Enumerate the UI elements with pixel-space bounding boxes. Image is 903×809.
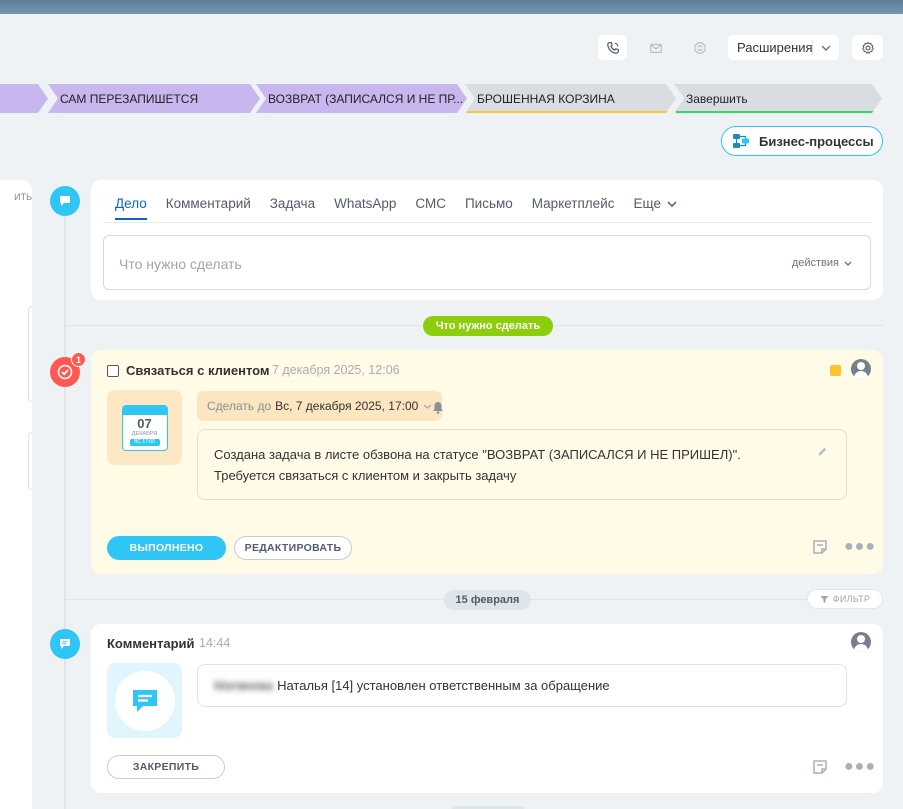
note-icon[interactable] <box>812 539 828 555</box>
calendar-icon: 07 ДЕКАБРЯ ВС 17:00 <box>121 404 168 451</box>
deadline-selector[interactable]: Сделать до Вс, 7 декабря 2025, 17:00 <box>197 391 443 421</box>
stage-label: БРОШЕННАЯ КОРЗИНА <box>477 91 615 106</box>
sync-button[interactable] <box>685 35 714 60</box>
left-field-box <box>28 306 32 402</box>
business-processes-label: Бизнес-процессы <box>759 133 874 149</box>
tab-email[interactable]: Письмо <box>465 196 513 211</box>
calendar-month: ДЕКАБРЯ <box>131 430 158 437</box>
tab-marketplace[interactable]: Маркетплейс <box>532 196 615 211</box>
stage-label: САМ ПЕРЕЗАПИШЕТСЯ <box>60 91 199 106</box>
divider <box>553 325 883 326</box>
pin-button[interactable]: ЗАКРЕПИТЬ <box>107 755 225 779</box>
comment-text: Матвеева Наталья [14] установлен ответст… <box>197 664 847 707</box>
comment-time: 14:44 <box>199 636 231 650</box>
activity-editor: Дело Комментарий Задача WhatsApp СМС Пис… <box>91 180 883 300</box>
task-description: Создана задача в листе обзвона на статус… <box>197 429 847 500</box>
pipeline-stages: САМ ПЕРЕЗАПИШЕТСЯ ВОЗВРАТ (ЗАПИСАЛСЯ И Н… <box>0 84 903 114</box>
task-complete-checkbox[interactable] <box>107 365 119 377</box>
business-process-icon <box>733 134 749 148</box>
phone-icon <box>606 41 619 54</box>
chevron-down-icon <box>813 45 839 51</box>
date-separator-pill: 15 февраля <box>444 590 531 610</box>
call-button[interactable] <box>598 35 627 60</box>
tab-sms[interactable]: СМС <box>415 196 446 211</box>
stage-label: ВОЗВРАТ (ЗАПИСАЛСЯ И НЕ ПР... <box>268 91 464 106</box>
todo-input[interactable]: Что нужно сделать действия <box>103 235 871 290</box>
comment-card: Комментарий 14:44 Матвеева Наталья [14] … <box>91 624 883 793</box>
extensions-dropdown[interactable]: Расширения <box>728 35 839 60</box>
stage-finish[interactable]: Завершить <box>674 84 882 113</box>
note-icon[interactable] <box>812 759 828 775</box>
done-button[interactable]: ВЫПОЛНЕНО <box>107 536 226 560</box>
todo-placeholder: Что нужно сделать <box>119 256 242 272</box>
more-icon[interactable]: ●●● <box>844 759 876 775</box>
deadline-value: Вс, 7 декабря 2025, 17:00 <box>275 399 419 413</box>
chevron-down-icon <box>844 261 852 266</box>
mail-icon <box>649 43 662 53</box>
description-line: Создана задача в листе обзвона на статус… <box>214 447 741 462</box>
window-top-strip <box>0 0 903 14</box>
comment-title: Комментарий <box>107 636 195 651</box>
activity-dot <box>50 186 80 216</box>
settings-button[interactable] <box>852 35 883 60</box>
responsible-avatar[interactable] <box>851 359 871 379</box>
comment-tile <box>107 663 182 738</box>
bell-icon[interactable] <box>432 401 444 414</box>
task-title[interactable]: Связаться с клиентом <box>126 363 270 378</box>
tab-comment[interactable]: Комментарий <box>166 196 251 211</box>
chat-icon <box>60 196 70 206</box>
author-avatar[interactable] <box>851 632 871 652</box>
refresh-chat-icon <box>693 41 706 54</box>
actions-dropdown[interactable]: действия <box>792 257 852 269</box>
chevron-down-icon <box>423 404 432 409</box>
comment-message: Наталья [14] установлен ответственным за… <box>277 678 610 693</box>
message-icon <box>132 689 157 712</box>
more-icon[interactable]: ●●● <box>844 539 876 555</box>
check-circle-icon <box>57 364 73 380</box>
task-created-time: 7 декабря 2025, 12:06 <box>272 363 400 377</box>
blurred-name: Матвеева <box>214 678 274 693</box>
chat-icon <box>60 639 70 649</box>
filter-button[interactable]: ФИЛЬТР <box>807 589 883 609</box>
stage-return[interactable]: ВОЗВРАТ (ЗАПИСАЛСЯ И НЕ ПР... <box>256 84 467 113</box>
filter-label: ФИЛЬТР <box>832 594 871 604</box>
task-calendar-tile: 07 ДЕКАБРЯ ВС 17:00 <box>107 390 182 465</box>
divider <box>531 599 807 600</box>
todo-section-pill: Что нужно сделать <box>423 316 553 336</box>
funnel-icon <box>820 595 829 603</box>
extensions-label: Расширения <box>737 40 813 55</box>
description-line: Требуется связаться с клиентом и закрыть… <box>214 468 517 483</box>
divider <box>66 599 444 600</box>
chevron-down-icon <box>667 200 677 207</box>
stage-label: Завершить <box>686 91 748 106</box>
stage-abandoned-cart[interactable]: БРОШЕННАЯ КОРЗИНА <box>465 84 676 113</box>
tab-deal[interactable]: Дело <box>115 196 147 220</box>
email-button[interactable] <box>641 35 670 60</box>
editor-tabs: Дело Комментарий Задача WhatsApp СМС Пис… <box>115 196 696 220</box>
tab-whatsapp[interactable]: WhatsApp <box>334 196 396 211</box>
left-info-column: ИТЬ <box>0 180 32 809</box>
left-column-edge-text: ИТЬ <box>14 192 32 202</box>
left-field-box <box>28 432 32 490</box>
task-color-marker[interactable] <box>830 365 841 376</box>
timeline-line <box>64 200 66 809</box>
stage-self-reschedule[interactable]: САМ ПЕРЕЗАПИШЕТСЯ <box>48 84 260 113</box>
calendar-day: 07 <box>137 415 152 431</box>
divider <box>66 325 423 326</box>
calendar-time: ВС 17:00 <box>129 438 160 446</box>
task-card: Связаться с клиентом 7 декабря 2025, 12:… <box>91 350 883 574</box>
pencil-icon[interactable] <box>817 446 828 457</box>
task-counter-badge: 1 <box>71 352 86 367</box>
stage-previous[interactable] <box>0 84 48 113</box>
business-processes-button[interactable]: Бизнес-процессы <box>721 126 883 156</box>
tab-more[interactable]: Еще <box>633 196 677 211</box>
tab-divider <box>103 222 871 223</box>
tab-task[interactable]: Задача <box>270 196 315 211</box>
deadline-label: Сделать до <box>207 399 272 413</box>
edit-button[interactable]: РЕДАКТИРОВАТЬ <box>234 536 352 560</box>
gear-icon <box>861 41 874 54</box>
comment-dot <box>50 629 80 659</box>
